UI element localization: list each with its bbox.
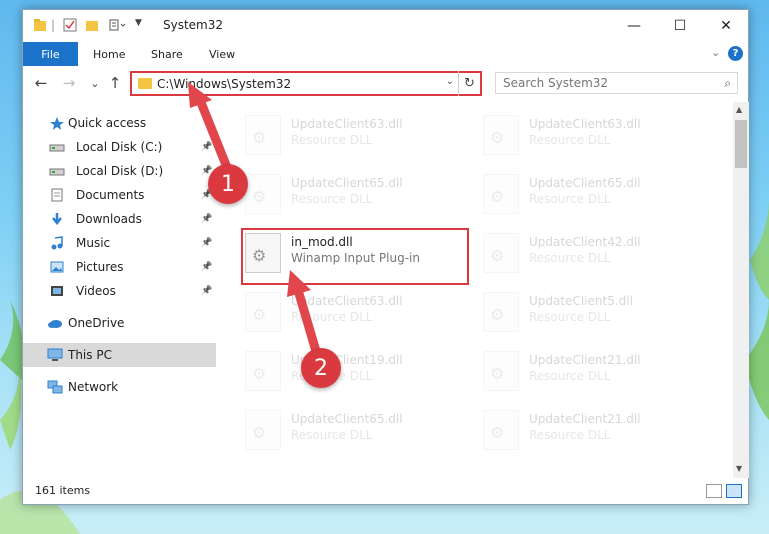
step-2-badge: 2 bbox=[301, 348, 341, 388]
annotation-arrows bbox=[188, 82, 323, 363]
step-1-badge: 1 bbox=[208, 164, 248, 204]
